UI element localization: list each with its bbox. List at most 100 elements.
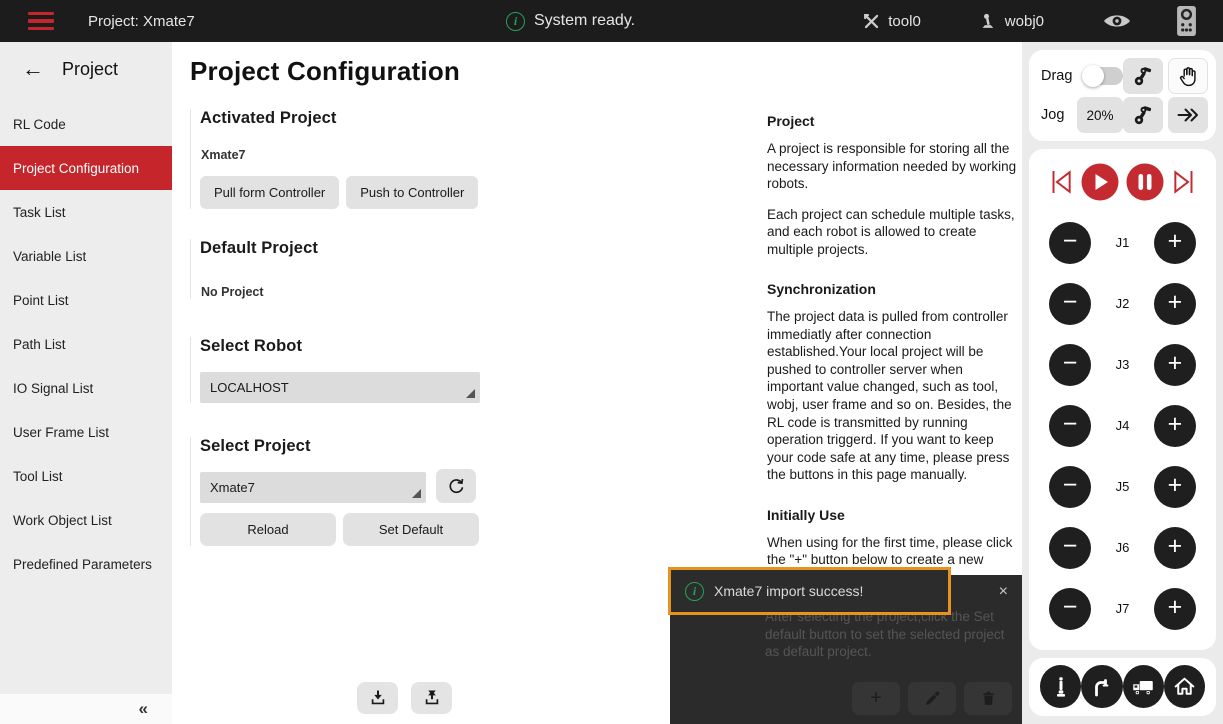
j5-minus-button[interactable]: − xyxy=(1049,466,1091,508)
sidebar-item-path-list[interactable]: Path List xyxy=(0,322,172,366)
pause-button[interactable] xyxy=(1125,162,1165,202)
reload-button[interactable]: Reload xyxy=(200,513,336,546)
joint-row-j7: − J7 + xyxy=(1035,578,1210,639)
set-default-button[interactable]: Set Default xyxy=(343,513,479,546)
tool-selector[interactable]: tool0 xyxy=(862,12,921,31)
pose-upright-button[interactable] xyxy=(1040,665,1081,708)
truck-icon xyxy=(1130,674,1156,700)
joint-row-j3: − J3 + xyxy=(1035,334,1210,395)
sidebar-item-point-list[interactable]: Point List xyxy=(0,278,172,322)
pause-icon xyxy=(1125,162,1165,202)
joint-label: J4 xyxy=(1116,418,1130,433)
wobj-selector[interactable]: wobj0 xyxy=(979,12,1044,31)
step-forward-button[interactable] xyxy=(1170,167,1198,197)
skip-forward-icon xyxy=(1170,167,1198,197)
drag-toggle[interactable] xyxy=(1083,67,1123,85)
sidebar-item-rl-code[interactable]: RL Code xyxy=(0,102,172,146)
delete-project-button[interactable] xyxy=(964,682,1012,715)
sidebar-item-tool-list[interactable]: Tool List xyxy=(0,454,172,498)
export-project-button[interactable] xyxy=(411,682,452,714)
pendant-toggle[interactable] xyxy=(1176,5,1197,37)
j1-minus-button[interactable]: − xyxy=(1049,222,1091,264)
jog-robot-mode-button[interactable] xyxy=(1123,97,1163,133)
drag-label: Drag xyxy=(1041,68,1076,84)
collapse-sidebar-icon[interactable]: « xyxy=(139,699,148,719)
j7-minus-button[interactable]: − xyxy=(1049,588,1091,630)
j2-minus-button[interactable]: − xyxy=(1049,283,1091,325)
j6-minus-button[interactable]: − xyxy=(1049,527,1091,569)
help-paragraph: A project is responsible for storing all… xyxy=(767,140,1022,193)
page-title: Project Configuration xyxy=(190,56,1022,87)
activated-project-value: Xmate7 xyxy=(201,148,765,162)
robot-dropdown-value: LOCALHOST xyxy=(210,380,289,395)
joint-row-j2: − J2 + xyxy=(1035,273,1210,334)
menu-icon[interactable] xyxy=(28,12,54,31)
back-arrow-icon[interactable]: ← xyxy=(22,58,44,80)
sidebar-item-user-frame-list[interactable]: User Frame List xyxy=(0,410,172,454)
joint-label: J3 xyxy=(1116,357,1130,372)
select-robot-heading: Select Robot xyxy=(200,337,765,356)
j3-plus-button[interactable]: + xyxy=(1154,344,1196,386)
eye-icon xyxy=(1102,11,1132,31)
j3-minus-button[interactable]: − xyxy=(1049,344,1091,386)
help-initially-heading: Initially Use xyxy=(767,507,1022,523)
skip-back-icon xyxy=(1047,167,1075,197)
robot-arm-icon xyxy=(1131,103,1155,127)
step-back-button[interactable] xyxy=(1047,167,1075,197)
add-project-button[interactable]: + xyxy=(852,682,900,715)
double-arrow-icon xyxy=(1176,103,1200,127)
download-icon xyxy=(368,688,388,708)
tool-label: tool0 xyxy=(888,13,921,30)
sidebar-item-variable-list[interactable]: Variable List xyxy=(0,234,172,278)
refresh-projects-button[interactable] xyxy=(436,469,476,503)
sidebar-item-work-object-list[interactable]: Work Object List xyxy=(0,498,172,542)
jog-panel: Drag xyxy=(1022,42,1223,724)
j4-minus-button[interactable]: − xyxy=(1049,405,1091,447)
hand-icon xyxy=(1177,65,1200,88)
edit-project-button[interactable] xyxy=(908,682,956,715)
pose-transport-button[interactable] xyxy=(1123,665,1164,708)
j7-plus-button[interactable]: + xyxy=(1154,588,1196,630)
toast-message: Xmate7 import success! xyxy=(714,583,863,599)
pull-from-controller-button[interactable]: Pull form Controller xyxy=(200,176,339,209)
sidebar: ← Project RL Code Project Configuration … xyxy=(0,42,172,724)
j4-plus-button[interactable]: + xyxy=(1154,405,1196,447)
sidebar-item-task-list[interactable]: Task List xyxy=(0,190,172,234)
j5-plus-button[interactable]: + xyxy=(1154,466,1196,508)
default-project-heading: Default Project xyxy=(200,239,765,258)
j2-plus-button[interactable]: + xyxy=(1154,283,1196,325)
select-project-section: Select Project Xmate7 Rel xyxy=(190,437,765,546)
default-project-value: No Project xyxy=(201,285,765,299)
wobj-label: wobj0 xyxy=(1005,13,1044,30)
select-robot-section: Select Robot LOCALHOST xyxy=(190,337,765,403)
jog-step-button[interactable]: 20% xyxy=(1077,97,1123,133)
select-project-heading: Select Project xyxy=(200,437,765,456)
joint-row-j6: − J6 + xyxy=(1035,517,1210,578)
play-button[interactable] xyxy=(1080,162,1120,202)
pose-home-button[interactable] xyxy=(1164,665,1205,708)
project-dropdown[interactable]: Xmate7 xyxy=(200,472,426,503)
jog-continuous-button[interactable] xyxy=(1168,97,1208,133)
drag-robot-mode-button[interactable] xyxy=(1123,58,1163,94)
hand-guide-button[interactable] xyxy=(1168,58,1208,94)
activated-project-heading: Activated Project xyxy=(200,109,765,128)
pose-bent-button[interactable] xyxy=(1081,665,1122,708)
j6-plus-button[interactable]: + xyxy=(1154,527,1196,569)
joint-label: J7 xyxy=(1116,601,1130,616)
push-to-controller-button[interactable]: Push to Controller xyxy=(346,176,478,209)
close-icon[interactable]: × xyxy=(999,583,1008,601)
jog-label: Jog xyxy=(1041,107,1066,123)
edit-icon xyxy=(923,690,941,708)
j1-plus-button[interactable]: + xyxy=(1154,222,1196,264)
sidebar-item-project-configuration[interactable]: Project Configuration xyxy=(0,146,172,190)
robot-dropdown[interactable]: LOCALHOST xyxy=(200,372,480,403)
monitor-toggle[interactable] xyxy=(1102,11,1132,31)
top-bar: Project: Xmate7 i System ready. tool0 wo… xyxy=(0,0,1223,42)
sidebar-item-predefined-parameters[interactable]: Predefined Parameters xyxy=(0,542,172,586)
sidebar-item-io-signal-list[interactable]: IO Signal List xyxy=(0,366,172,410)
help-sync-heading: Synchronization xyxy=(767,281,1022,297)
import-project-button[interactable] xyxy=(357,682,398,714)
joint-label: J6 xyxy=(1116,540,1130,555)
play-icon xyxy=(1080,162,1120,202)
joint-label: J1 xyxy=(1116,235,1130,250)
